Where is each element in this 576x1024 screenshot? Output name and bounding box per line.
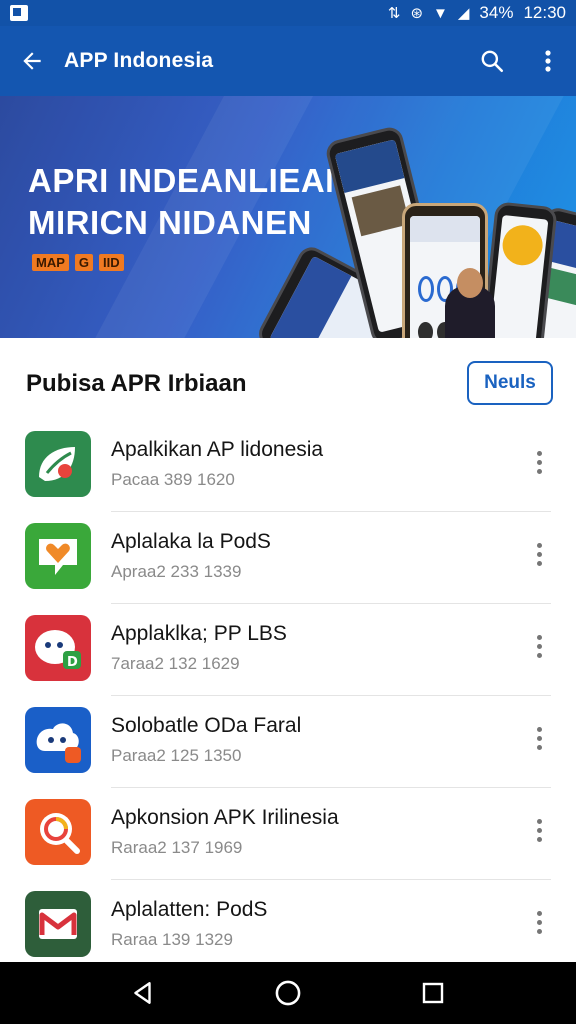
list-item[interactable]: Aplalaka la PodS Apraa2 233 1339 [0,512,576,604]
back-button[interactable] [0,26,64,96]
signal-icon: ◢ [457,5,470,22]
list-item[interactable]: Apkonsion APK Irilinesia Raraa2 137 1969 [0,788,576,880]
app-meta: Apraa2 233 1339 [111,562,242,581]
item-more-icon[interactable] [522,442,556,482]
search-icon [481,50,504,73]
item-more-icon[interactable] [522,534,556,574]
banner-headline-1: APRI INDEANLIEAN [28,162,350,199]
mail-app-icon [25,891,91,957]
app-bar: APP Indonesia [0,26,576,96]
circle-home-icon [275,980,301,1006]
app-meta: 7araa2 132 1629 [111,654,240,673]
app-list: Apalkikan AP lidonesia Pacaa 389 1620 Ap… [0,420,576,972]
notification-icon [10,5,28,21]
list-item[interactable]: Aplalatten: PodS Raraa 139 1329 [0,880,576,972]
person-illustration [445,268,495,338]
system-nav-bar [0,962,576,1024]
svg-text:D: D [67,655,78,670]
list-item[interactable]: Apalkikan AP lidonesia Pacaa 389 1620 [0,420,576,512]
data-icon: ⊛ [410,5,424,22]
promo-banner[interactable]: APRI INDEANLIEAN MIRICN NIDANEN MAP G II… [0,96,576,338]
search-button[interactable] [464,26,520,96]
item-more-icon[interactable] [522,718,556,758]
list-item[interactable]: D Applaklka; PP LBS 7araa2 132 1629 [0,604,576,696]
square-recents-icon [423,982,444,1004]
overflow-menu-button[interactable] [520,26,576,96]
more-vert-icon [545,50,551,72]
face-app-icon: D [25,615,91,681]
list-item[interactable]: Solobatle ODa Faral Paraa2 125 1350 [0,696,576,788]
app-name: Aplalatten: PodS [111,898,268,921]
wifi-icon: ▼ [433,4,448,22]
item-more-icon[interactable] [522,626,556,666]
heart-app-icon [25,523,91,589]
app-name: Applaklka; PP LBS [111,622,287,645]
banner-headline-2: MIRICN NIDANEN [28,204,312,241]
app-meta: Paraa2 125 1350 [111,746,242,765]
nav-back-button[interactable] [113,963,173,1023]
app-meta: Raraa 139 1329 [111,930,233,949]
leaf-app-icon [25,431,91,497]
app-meta: Pacaa 389 1620 [111,470,235,489]
triangle-back-icon [133,982,151,1004]
nav-recents-button[interactable] [403,963,463,1023]
app-meta: Raraa2 137 1969 [111,838,243,857]
clock: 12:30 [523,3,566,22]
search-app-icon [25,799,91,865]
app-name: Apkonsion APK Irilinesia [111,806,339,829]
app-name: Solobatle ODa Faral [111,714,302,737]
banner-tag: IID [99,254,124,271]
banner-tag: MAP [32,254,69,271]
app-title: APP Indonesia [64,49,214,72]
cloud-app-icon [25,707,91,773]
nav-home-button[interactable] [258,963,318,1023]
app-name: Aplalaka la PodS [111,530,271,553]
arrow-back-icon [23,52,41,70]
more-button[interactable]: Neuls [467,361,553,405]
battery-text: 34% [479,3,514,22]
status-bar: ⇅ ⊛ ▼ ◢ 34% 12:30 [0,0,576,26]
app-name: Apalkikan AP lidonesia [111,438,324,461]
item-more-icon[interactable] [522,902,556,942]
item-more-icon[interactable] [522,810,556,850]
banner-tag: G [74,254,94,271]
sync-icon: ⇅ [387,5,401,22]
section-title: Pubisa APR Irbiaan [26,370,247,397]
status-indicators: ⇅ ⊛ ▼ ◢ 34% 12:30 [388,3,566,23]
banner-tags: MAP G IID [32,254,124,271]
